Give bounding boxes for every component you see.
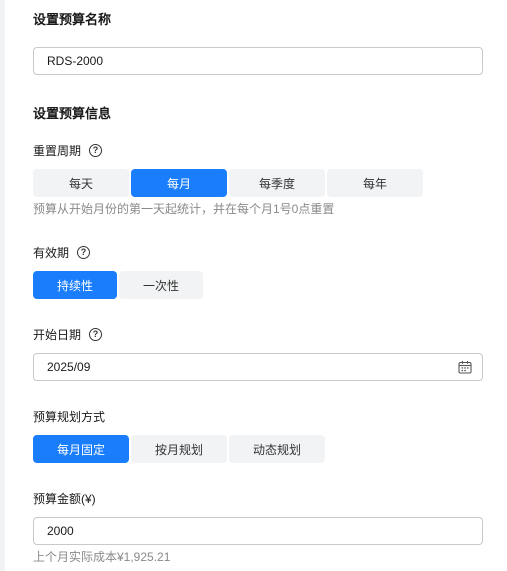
budget-amount-value: 2000 <box>47 524 74 538</box>
reset-cycle-segmented: 每天 每月 每季度 每年 <box>33 169 425 197</box>
budget-name-value: RDS-2000 <box>47 54 104 68</box>
validity-label-text: 有效期 <box>33 246 70 260</box>
start-date-value: 2025/09 <box>47 360 91 374</box>
planning-mode-option-dynamic[interactable]: 动态规划 <box>229 435 325 463</box>
validity-label: 有效期 ? <box>33 244 91 261</box>
reset-cycle-option-monthly[interactable]: 每月 <box>131 169 227 197</box>
start-date-label: 开始日期 ? <box>33 326 103 343</box>
reset-cycle-label: 重置周期 ? <box>33 142 103 159</box>
budget-amount-input[interactable]: 2000 <box>33 517 483 545</box>
budget-amount-hint: 上个月实际成本¥1,925.21 <box>33 550 171 564</box>
help-icon[interactable]: ? <box>77 246 91 259</box>
reset-cycle-option-daily[interactable]: 每天 <box>33 169 129 197</box>
start-date-label-text: 开始日期 <box>33 328 82 342</box>
validity-option-continuous[interactable]: 持续性 <box>33 271 117 299</box>
reset-cycle-option-quarterly[interactable]: 每季度 <box>229 169 325 197</box>
reset-cycle-label-text: 重置周期 <box>33 144 82 158</box>
planning-mode-segmented: 每月固定 按月规划 动态规划 <box>33 435 327 463</box>
planning-mode-label-text: 预算规划方式 <box>33 410 106 424</box>
validity-segmented: 持续性 一次性 <box>33 271 205 299</box>
start-date-picker[interactable]: 2025/09 <box>33 353 483 381</box>
budget-amount-label: 预算金额(¥) <box>33 490 96 507</box>
section-title-budget-info: 设置预算信息 <box>33 106 112 121</box>
budget-amount-label-text: 预算金额(¥) <box>33 492 96 506</box>
help-icon[interactable]: ? <box>89 328 103 341</box>
planning-mode-option-fixed-monthly[interactable]: 每月固定 <box>33 435 129 463</box>
left-panel-edge <box>0 0 5 571</box>
validity-option-one-time[interactable]: 一次性 <box>119 271 203 299</box>
reset-cycle-hint: 预算从开始月份的第一天起统计，并在每个月1号0点重置 <box>33 202 335 216</box>
planning-mode-option-by-month[interactable]: 按月规划 <box>131 435 227 463</box>
calendar-icon[interactable] <box>458 360 472 374</box>
help-icon[interactable]: ? <box>89 144 103 157</box>
planning-mode-label: 预算规划方式 <box>33 408 105 425</box>
reset-cycle-option-yearly[interactable]: 每年 <box>327 169 423 197</box>
budget-name-input[interactable]: RDS-2000 <box>33 47 483 75</box>
section-title-budget-name: 设置预算名称 <box>33 12 112 27</box>
